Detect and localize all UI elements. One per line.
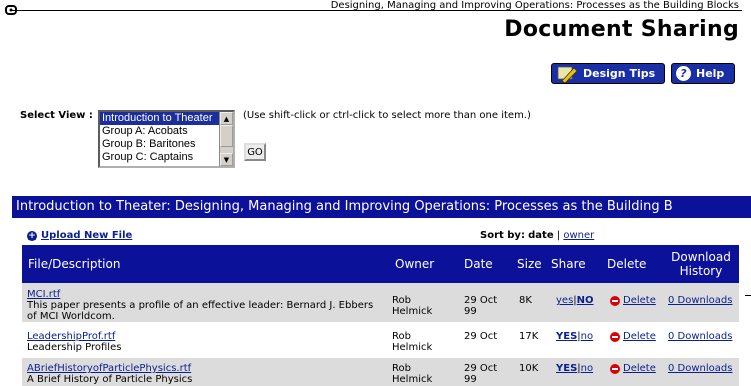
select-view-label: Select View : [20, 110, 93, 121]
share-toggle: yes|NO [556, 295, 594, 306]
help-label: Help [696, 67, 725, 80]
file-link[interactable]: LeadershipProf.rtf [27, 331, 121, 342]
upload-label: Upload New File [41, 230, 133, 241]
sort-by-owner-link[interactable]: owner [563, 230, 594, 241]
file-size: 10K [519, 363, 539, 374]
table-header: File/Description Owner Date Size Share D… [22, 245, 739, 283]
date-day: 29 Oct [464, 295, 498, 306]
delete-button[interactable]: Delete [610, 295, 656, 306]
share-no-link[interactable]: no [581, 331, 593, 342]
delete-label: Delete [623, 363, 656, 374]
page-title: Document Sharing [504, 17, 739, 42]
view-option[interactable]: Group A: Acobats [100, 125, 220, 138]
share-no-link[interactable]: NO [577, 295, 594, 306]
col-file-description: File/Description [28, 257, 121, 271]
delete-button[interactable]: Delete [610, 363, 656, 374]
edge-rule [745, 295, 751, 296]
share-yes-label: YES [556, 331, 578, 342]
table-row: LeadershipProf.rtf Leadership Profiles R… [22, 326, 739, 355]
owner-last: Helmick [392, 342, 433, 353]
question-icon: ? [676, 66, 691, 81]
share-toggle: YES|no [556, 363, 593, 374]
file-description: A Brief History of Particle Physics [27, 374, 193, 385]
file-link[interactable]: MCI.rtf [27, 289, 373, 300]
owner-first: Rob [392, 295, 411, 306]
owner-first: Rob [392, 363, 411, 374]
share-yes-link[interactable]: yes [556, 295, 573, 306]
delete-icon [610, 363, 620, 374]
file-description: This paper presents a profile of an effe… [27, 300, 374, 311]
file-link[interactable]: ABriefHistoryofParticlePhysics.rtf [27, 363, 192, 374]
sort-separator: | [556, 230, 561, 241]
view-listbox[interactable]: Introduction to Theater Group A: Acobats… [98, 110, 235, 168]
listbox-scrollbar[interactable]: ▲ ▼ [219, 112, 233, 166]
file-size: 8K [519, 295, 532, 306]
view-option[interactable]: Introduction to Theater [100, 112, 220, 125]
downloads-link[interactable]: 0 Downloads [668, 331, 732, 342]
pencil-icon [557, 66, 578, 83]
col-size: Size [517, 257, 542, 271]
owner-first: Rob [392, 331, 411, 342]
go-button[interactable]: GO [244, 143, 266, 161]
share-no-link[interactable]: no [581, 363, 593, 374]
date-day: 29 Oct [464, 331, 498, 342]
sort-current: date [528, 230, 554, 241]
col-owner: Owner [395, 257, 435, 271]
date-year: 99 [464, 374, 477, 385]
date-day: 29 Oct [464, 363, 498, 374]
col-download-history: Download History [667, 245, 735, 283]
share-toggle: YES|no [556, 331, 593, 342]
file-description-cont: of MCI Worldcom. [27, 311, 115, 322]
share-yes-link[interactable]: YES [556, 363, 577, 374]
upload-new-file-link[interactable]: + Upload New File [27, 230, 132, 241]
share-yes-label: YES [556, 363, 578, 374]
owner-last: Helmick [392, 306, 433, 317]
plus-icon: + [27, 230, 37, 241]
help-button[interactable]: ? Help [671, 63, 735, 84]
view-option[interactable]: Group C: Captains [100, 151, 220, 164]
table-row: ABriefHistoryofParticlePhysics.rtf A Bri… [22, 358, 739, 386]
col-download-line1: Download [671, 250, 731, 264]
design-tips-button[interactable]: Design Tips [551, 63, 665, 84]
delete-button[interactable]: Delete [610, 331, 656, 342]
share-yes-link[interactable]: YES [556, 331, 577, 342]
scroll-up-icon[interactable]: ▲ [220, 112, 233, 125]
col-delete: Delete [607, 257, 647, 271]
share-no-label: NO [576, 295, 594, 306]
design-tips-label: Design Tips [583, 67, 656, 80]
view-option[interactable]: Group B: Baritones [100, 138, 220, 151]
col-date: Date [464, 257, 493, 271]
date-year: 99 [464, 306, 477, 317]
scroll-thumb[interactable] [220, 125, 233, 147]
file-description: Leadership Profiles [27, 342, 122, 353]
col-share: Share [551, 257, 586, 271]
downloads-link[interactable]: 0 Downloads [668, 363, 732, 374]
table-row: MCI.rtf This paper presents a profile of… [22, 283, 739, 322]
section-title-bar: Introduction to Theater: Designing, Mana… [12, 196, 751, 218]
scroll-down-icon[interactable]: ▼ [220, 153, 233, 166]
course-title: Designing, Managing and Improving Operat… [330, 0, 739, 11]
delete-icon [610, 331, 620, 342]
delete-icon [610, 295, 620, 306]
downloads-link[interactable]: 0 Downloads [668, 295, 732, 306]
delete-label: Delete [623, 331, 656, 342]
sort-controls: Sort by: date | owner [480, 230, 594, 241]
file-size: 17K [519, 331, 539, 342]
owner-last: Helmick [392, 374, 433, 385]
col-download-line2: History [679, 264, 723, 278]
sort-prefix: Sort by: [480, 230, 525, 241]
delete-label: Delete [623, 295, 656, 306]
selection-hint: (Use shift-click or ctrl-click to select… [243, 110, 531, 121]
